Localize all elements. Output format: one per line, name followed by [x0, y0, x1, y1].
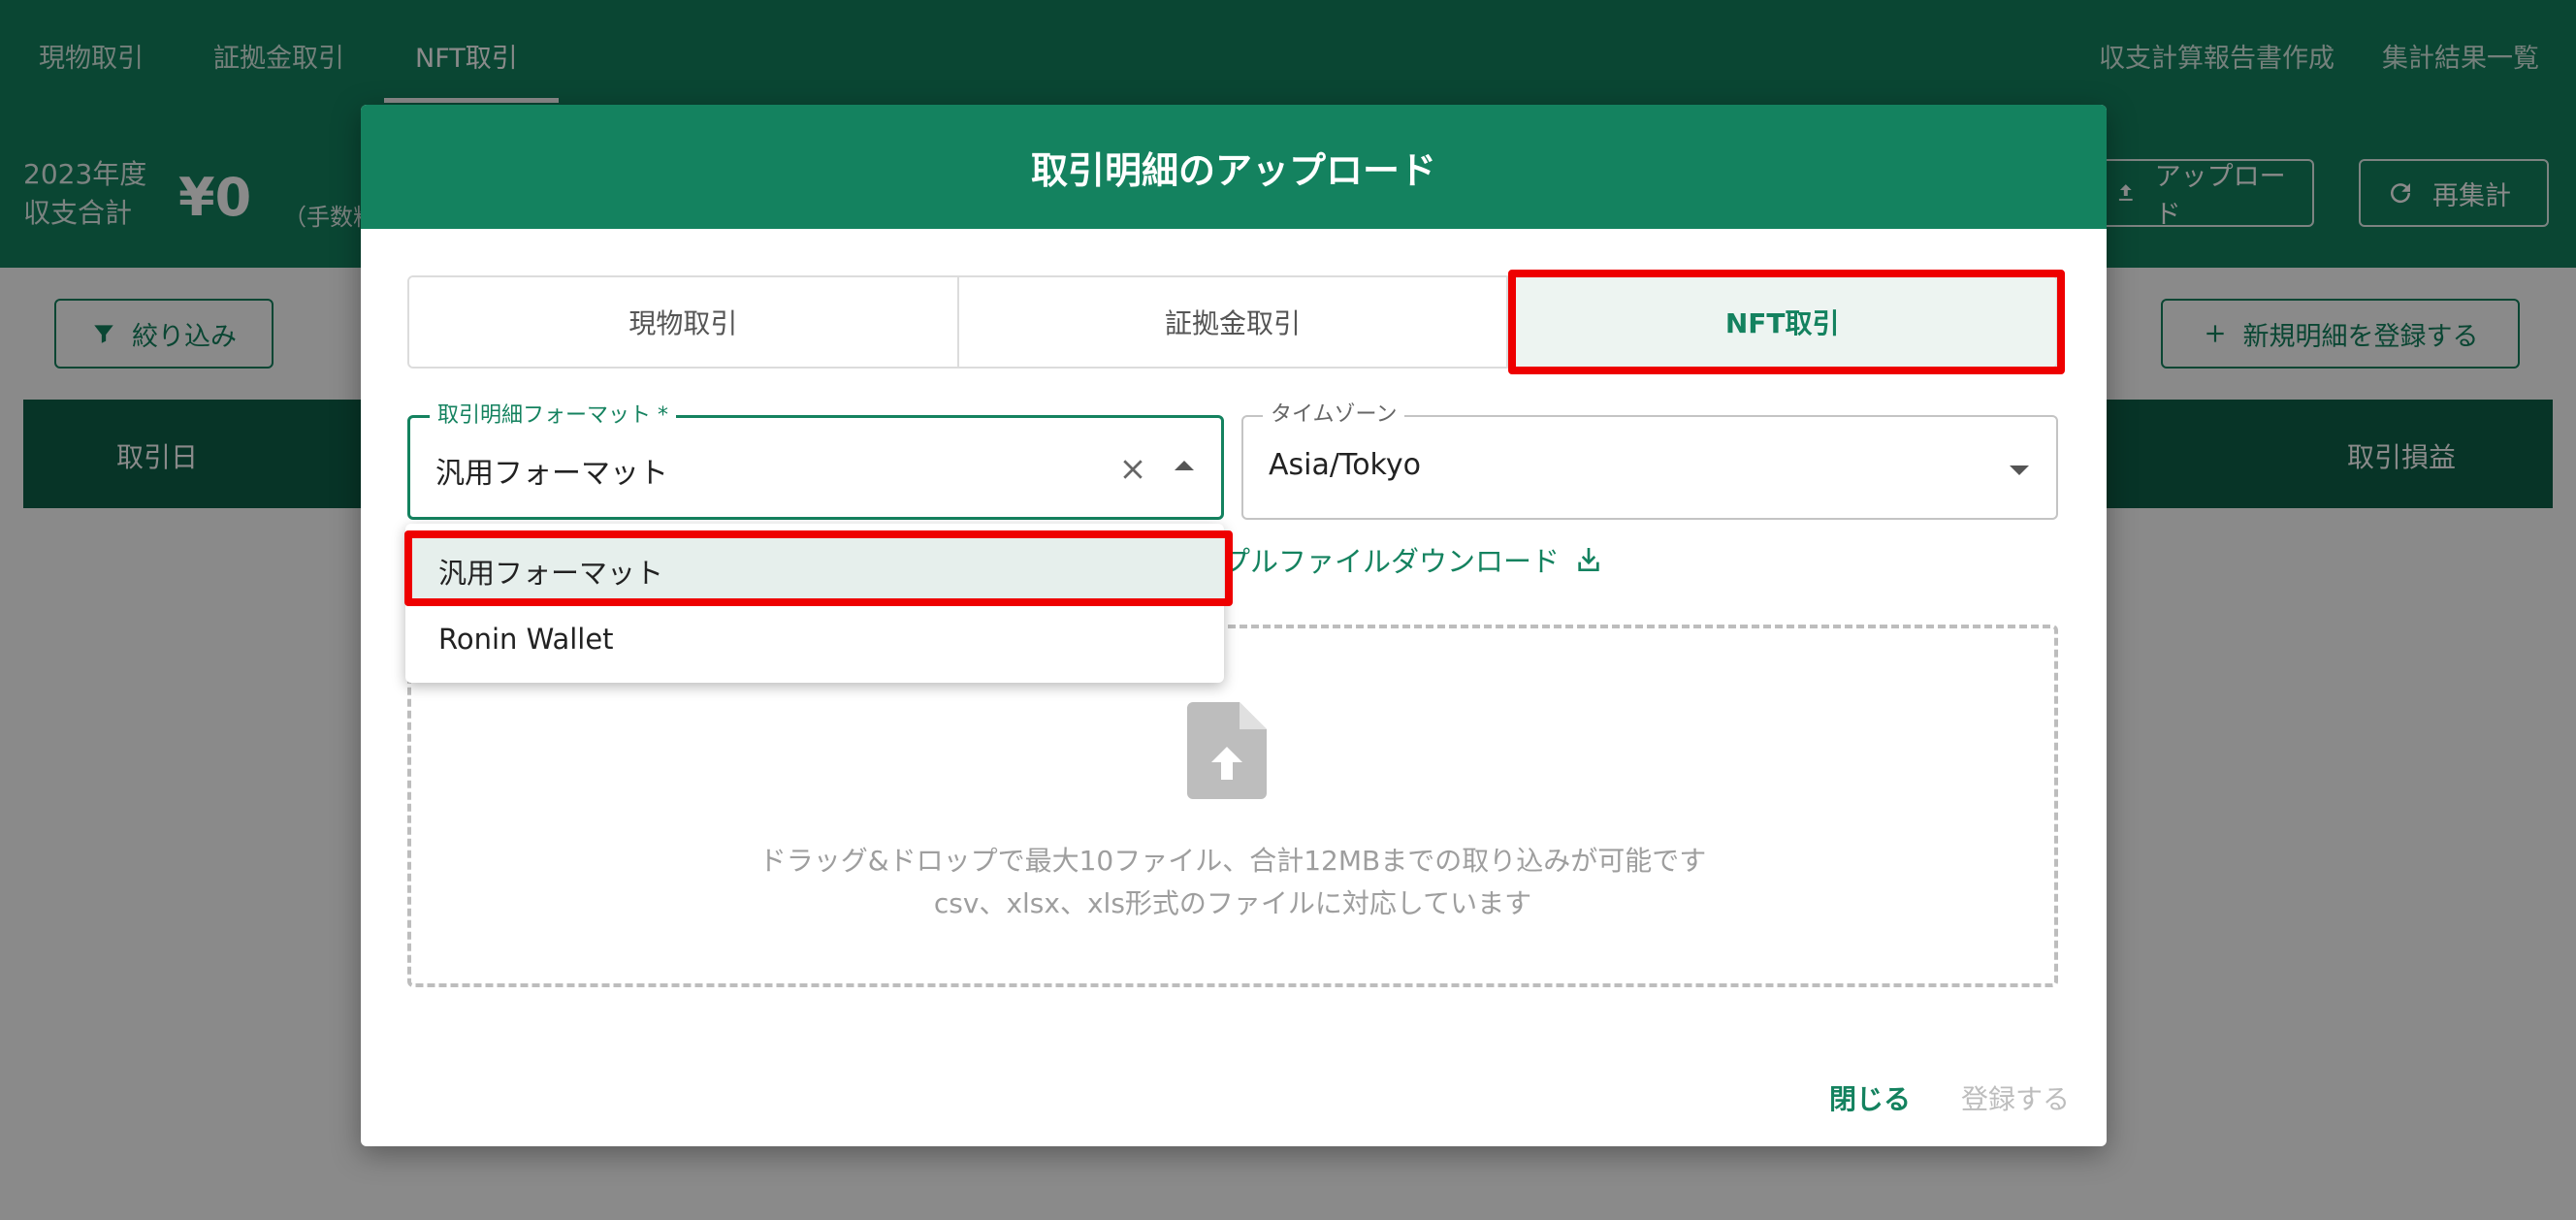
sample-download-label: プルファイルダウンロード	[1222, 545, 1561, 578]
tab-margin[interactable]: 証拠金取引	[958, 277, 1509, 367]
dropzone-formats: csv、xlsx、xls形式のファイルに対応しています	[933, 887, 1532, 919]
clear-icon[interactable]	[1118, 455, 1147, 484]
timezone-field-value: Asia/Tokyo	[1269, 448, 1421, 482]
timezone-select[interactable]: タイムゾーン Asia/Tokyo	[1241, 401, 2058, 520]
close-button[interactable]: 閉じる	[1829, 1078, 1911, 1117]
format-field-value: 汎用フォーマット	[435, 457, 668, 491]
format-field-label: 取引明細フォーマット *	[430, 402, 676, 430]
timezone-field-label: タイムゾーン	[1263, 401, 1405, 429]
file-upload-icon	[1187, 702, 1267, 799]
highlight-box-tab	[1508, 270, 2065, 374]
tab-spot[interactable]: 現物取引	[409, 277, 959, 367]
dialog-title: 取引明細のアップロード	[361, 105, 2107, 229]
submit-button[interactable]: 登録する	[1961, 1078, 2070, 1117]
highlight-box-option	[404, 530, 1233, 606]
download-icon	[1578, 548, 1599, 571]
sample-download-link[interactable]: プルファイルダウンロード	[1222, 539, 1604, 580]
chevron-down-icon[interactable]	[2010, 466, 2029, 475]
chevron-up-icon[interactable]	[1175, 461, 1194, 470]
option-ronin-wallet[interactable]: Ronin Wallet	[405, 605, 1224, 673]
dropzone-instruction: ドラッグ&ドロップで最大10ファイル、合計12MBまでの取り込みが可能です	[758, 845, 1707, 877]
format-select[interactable]: 取引明細フォーマット * 汎用フォーマット	[407, 402, 1224, 520]
